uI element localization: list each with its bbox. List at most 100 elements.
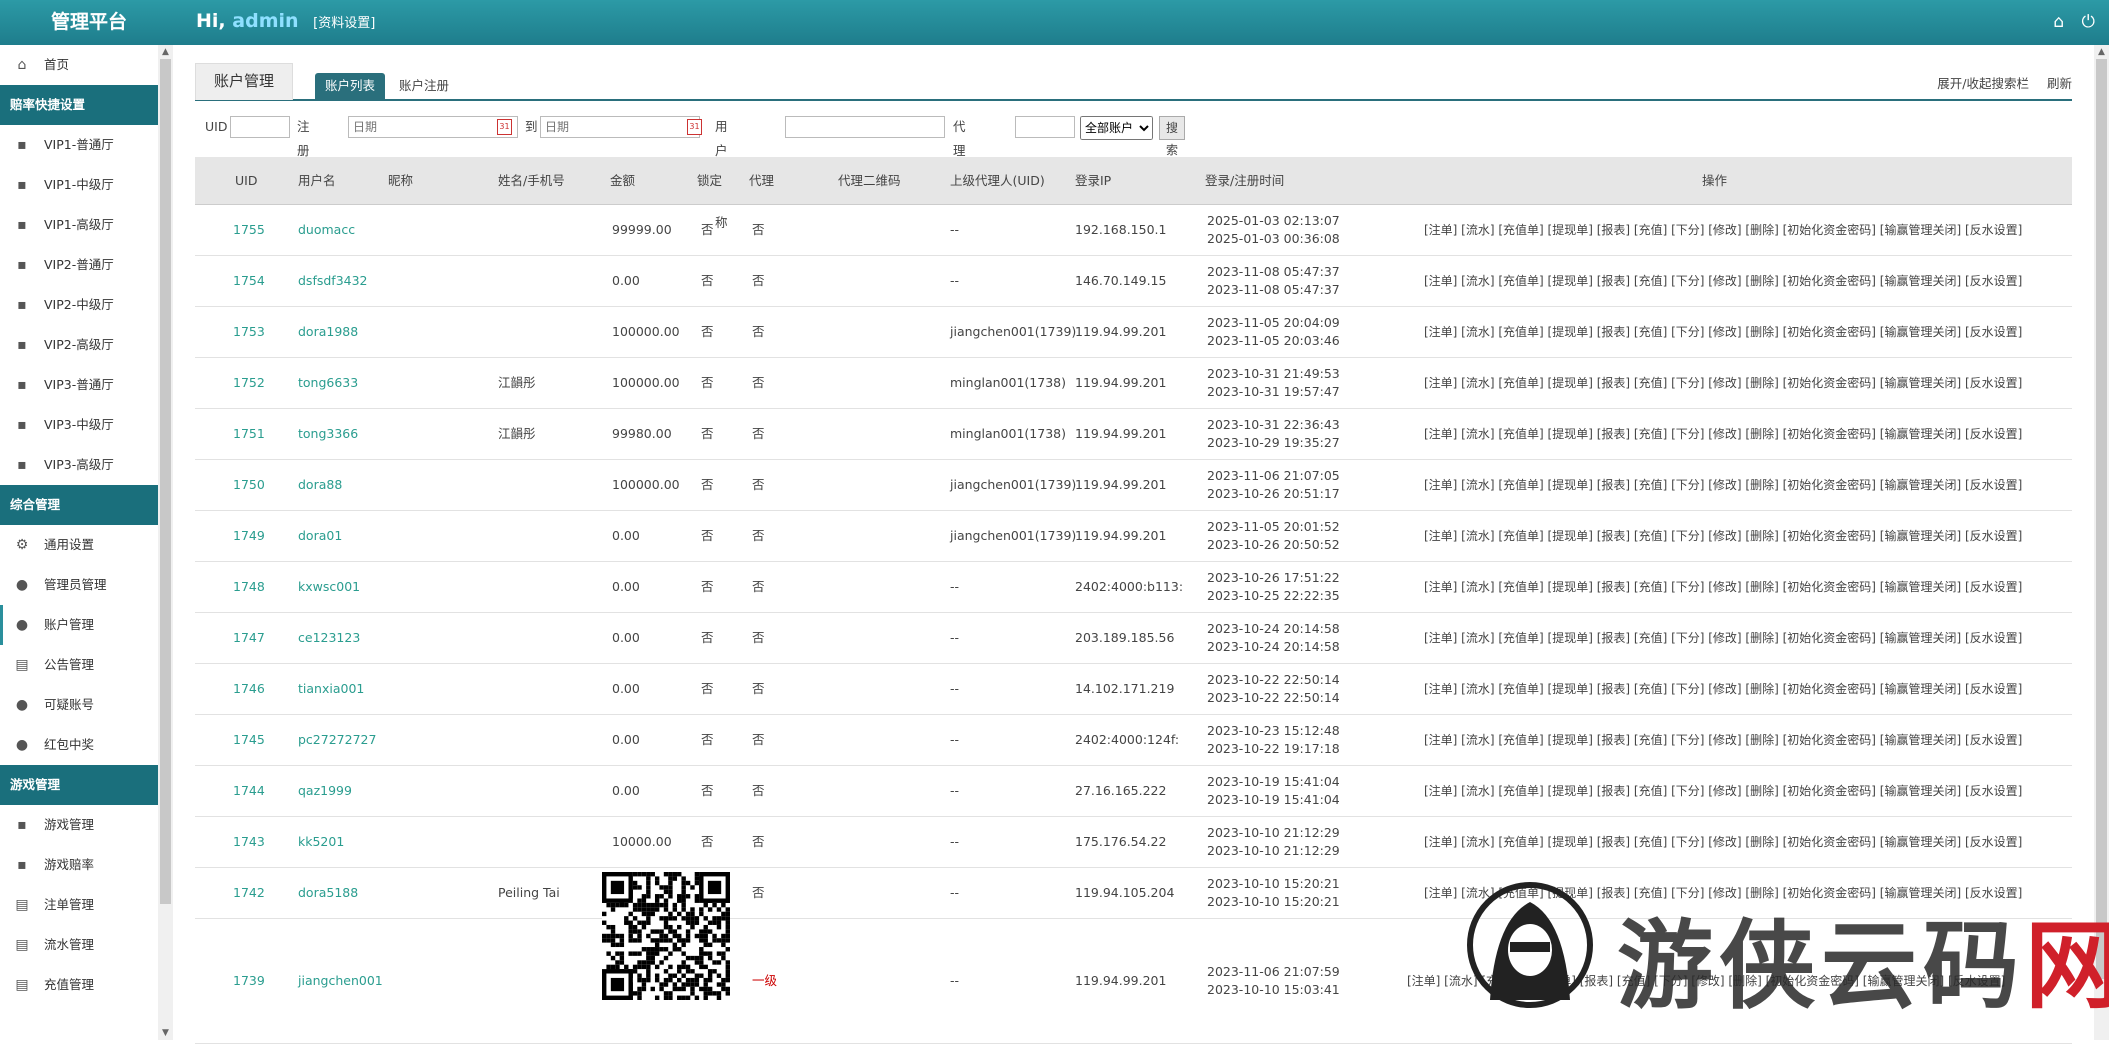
sidebar-item-vip[interactable]: ▪ VIP1-普通厅	[0, 125, 158, 165]
sidebar-item-general[interactable]: ● 可疑账号	[0, 685, 158, 725]
sidebar-item-vip[interactable]: ▪ VIP3-普通厅	[0, 365, 158, 405]
register-time: 2025-01-03 00:36:08	[1207, 231, 1340, 246]
username-cell[interactable]: tong6633	[298, 358, 358, 408]
sidebar-item-vip[interactable]: ▪ VIP3-中级厅	[0, 405, 158, 445]
login-register-times: 2023-10-31 22:36:43 2023-10-29 19:35:27	[1207, 416, 1340, 452]
row-action-links[interactable]: [注单] [流水] [充值单] [提现单] [报表] [充值] [下分] [修改…	[1424, 511, 2022, 561]
sidebar-item-game[interactable]: ▤ 充值管理	[0, 965, 158, 1005]
uid-cell[interactable]: 1753	[233, 307, 265, 357]
row-action-links[interactable]: [注单] [流水] [充值单] [提现单] [报表] [充值] [下分] [修改…	[1424, 307, 2022, 357]
scroll-up-icon[interactable]: ▲	[158, 45, 173, 59]
sidebar-item-game[interactable]: ▤ 注单管理	[0, 885, 158, 925]
sidebar-item-game[interactable]: ▪ 游戏管理	[0, 805, 158, 845]
uid-cell[interactable]: 1745	[233, 715, 265, 765]
admin-username[interactable]: admin	[232, 10, 298, 32]
sidebar-item-game[interactable]: ▤ 流水管理	[0, 925, 158, 965]
sidebar-item-vip[interactable]: ▪ VIP1-中级厅	[0, 165, 158, 205]
uid-cell[interactable]: 1752	[233, 358, 265, 408]
username-cell[interactable]: duomacc	[298, 205, 355, 255]
reg-date-from-input[interactable]	[348, 116, 518, 138]
scroll-down-icon[interactable]: ▼	[158, 1026, 173, 1040]
uid-cell[interactable]: 1739	[233, 919, 265, 1043]
login-time: 2023-10-10 15:20:21	[1207, 876, 1340, 891]
column-header: 代理二维码	[838, 173, 901, 188]
username-cell[interactable]: ce123123	[298, 613, 360, 663]
agent-uid-input[interactable]	[1015, 116, 1075, 138]
uid-cell[interactable]: 1743	[233, 817, 265, 867]
row-action-links[interactable]: [注单] [流水] [充值单] [提现单] [报表] [充值] [下分] [修改…	[1424, 358, 2022, 408]
uid-input[interactable]	[230, 116, 290, 138]
uid-cell[interactable]: 1750	[233, 460, 265, 510]
username-cell[interactable]: kxwsc001	[298, 562, 360, 612]
search-button[interactable]: 搜索	[1159, 116, 1186, 157]
calendar-icon[interactable]: 31	[497, 119, 512, 135]
sidebar-scroll-thumb[interactable]	[160, 59, 171, 904]
row-action-links[interactable]: [注单] [流水] [充值单] [提现单] [报表] [充值] [下分] [修改…	[1424, 715, 2022, 765]
row-action-links[interactable]: [注单] [流水] [充值单] [提现单] [报表] [充值] [下分] [修改…	[1424, 664, 2022, 714]
sidebar-item-general[interactable]: ● 账户管理	[0, 605, 158, 645]
sidebar-item-general[interactable]: ● 管理员管理	[0, 565, 158, 605]
row-action-links[interactable]: [注单] [流水] [充值单] [提现单] [报表] [充值] [下分] [修改…	[1424, 460, 2022, 510]
uid-cell[interactable]: 1748	[233, 562, 265, 612]
sidebar-item-vip[interactable]: ▪ VIP3-高级厅	[0, 445, 158, 485]
sidebar-item-vip[interactable]: ▪ VIP1-高级厅	[0, 205, 158, 245]
row-action-links[interactable]: [注单] [流水] [充值单] [提现单] [报表] [充值] [下分] [修改…	[1424, 256, 2022, 306]
username-cell[interactable]: pc27272727	[298, 715, 376, 765]
tab-account-register[interactable]: 账户注册	[389, 73, 459, 99]
sidebar-item-home[interactable]: ⌂ 首页	[0, 45, 158, 85]
username-cell[interactable]: dora01	[298, 511, 342, 561]
login-time: 2023-11-08 05:47:37	[1207, 264, 1340, 279]
username-cell[interactable]: dora1988	[298, 307, 358, 357]
scroll-up-icon[interactable]: ▲	[2094, 45, 2109, 59]
row-action-links[interactable]: [注单] [流水] [充值单] [提现单] [报表] [充值] [下分] [修改…	[1424, 205, 2022, 255]
refresh-link[interactable]: 刷新	[2047, 76, 2072, 91]
username-cell[interactable]: qaz1999	[298, 766, 352, 816]
row-action-links[interactable]: [注单] [流水] [充值单] [提现单] [报表] [充值] [下分] [修改…	[1424, 817, 2022, 867]
row-action-links[interactable]: [注单] [流水] [充值单] [提现单] [报表] [充值] [下分] [修改…	[1424, 562, 2022, 612]
top-bar: 管理平台 Hi, admin [资料设置] ⌂ ⏻	[0, 0, 2109, 45]
agent-cell: 否	[752, 477, 765, 492]
agent-cell: 否	[752, 324, 765, 339]
sidebar-item-general[interactable]: ▤ 公告管理	[0, 645, 158, 685]
page-scroll-thumb[interactable]	[2096, 59, 2107, 979]
row-action-links[interactable]: [注单] [流水] [充值单] [提现单] [报表] [充值] [下分] [修改…	[1424, 613, 2022, 663]
uid-cell[interactable]: 1749	[233, 511, 265, 561]
account-type-select[interactable]: 全部账户	[1080, 116, 1153, 140]
uid-cell[interactable]: 1746	[233, 664, 265, 714]
username-cell[interactable]: dora88	[298, 460, 342, 510]
profile-settings-link[interactable]: [资料设置]	[313, 16, 375, 31]
column-header: 操作	[1702, 173, 1728, 188]
username-cell[interactable]: kk5201	[298, 817, 344, 867]
column-header: 代理	[749, 173, 775, 188]
sidebar-item-vip[interactable]: ▪ VIP2-高级厅	[0, 325, 158, 365]
username-cell[interactable]: jiangchen001	[298, 919, 383, 1043]
login-ip-cell: 119.94.99.201	[1075, 426, 1167, 441]
sidebar-item-game[interactable]: ▪ 游戏赔率	[0, 845, 158, 885]
uid-cell[interactable]: 1751	[233, 409, 265, 459]
toggle-search-link[interactable]: 展开/收起搜索栏	[1937, 76, 2029, 91]
home-icon[interactable]: ⌂	[2053, 12, 2064, 32]
uid-cell[interactable]: 1747	[233, 613, 265, 663]
uid-cell[interactable]: 1754	[233, 256, 265, 306]
sidebar-item-general[interactable]: ⚙ 通用设置	[0, 525, 158, 565]
sidebar-item-vip[interactable]: ▪ VIP2-普通厅	[0, 245, 158, 285]
username-cell[interactable]: dora5188	[298, 868, 358, 918]
power-icon[interactable]: ⏻	[2082, 12, 2095, 32]
username-cell[interactable]: tianxia001	[298, 664, 364, 714]
username-cell[interactable]: dsfsdf3432	[298, 256, 368, 306]
username-input[interactable]	[785, 116, 945, 138]
login-time: 2023-11-05 20:04:09	[1207, 315, 1340, 330]
uid-cell[interactable]: 1755	[233, 205, 265, 255]
row-action-links[interactable]: [注单] [流水] [充值单] [提现单] [报表] [充值] [下分] [修改…	[1424, 766, 2022, 816]
sidebar-item-vip[interactable]: ▪ VIP2-中级厅	[0, 285, 158, 325]
uid-cell[interactable]: 1744	[233, 766, 265, 816]
reg-date-to-input[interactable]	[540, 116, 700, 138]
calendar-icon[interactable]: 31	[687, 119, 702, 135]
lock-cell: 否	[701, 681, 714, 696]
tab-account-list[interactable]: 账户列表	[315, 73, 386, 99]
username-cell[interactable]: tong3366	[298, 409, 358, 459]
sidebar-item-general[interactable]: ● 红包中奖	[0, 725, 158, 765]
uid-cell[interactable]: 1742	[233, 868, 265, 918]
sidebar-scrollbar[interactable]: ▲ ▼	[158, 45, 173, 1040]
row-action-links[interactable]: [注单] [流水] [充值单] [提现单] [报表] [充值] [下分] [修改…	[1424, 409, 2022, 459]
